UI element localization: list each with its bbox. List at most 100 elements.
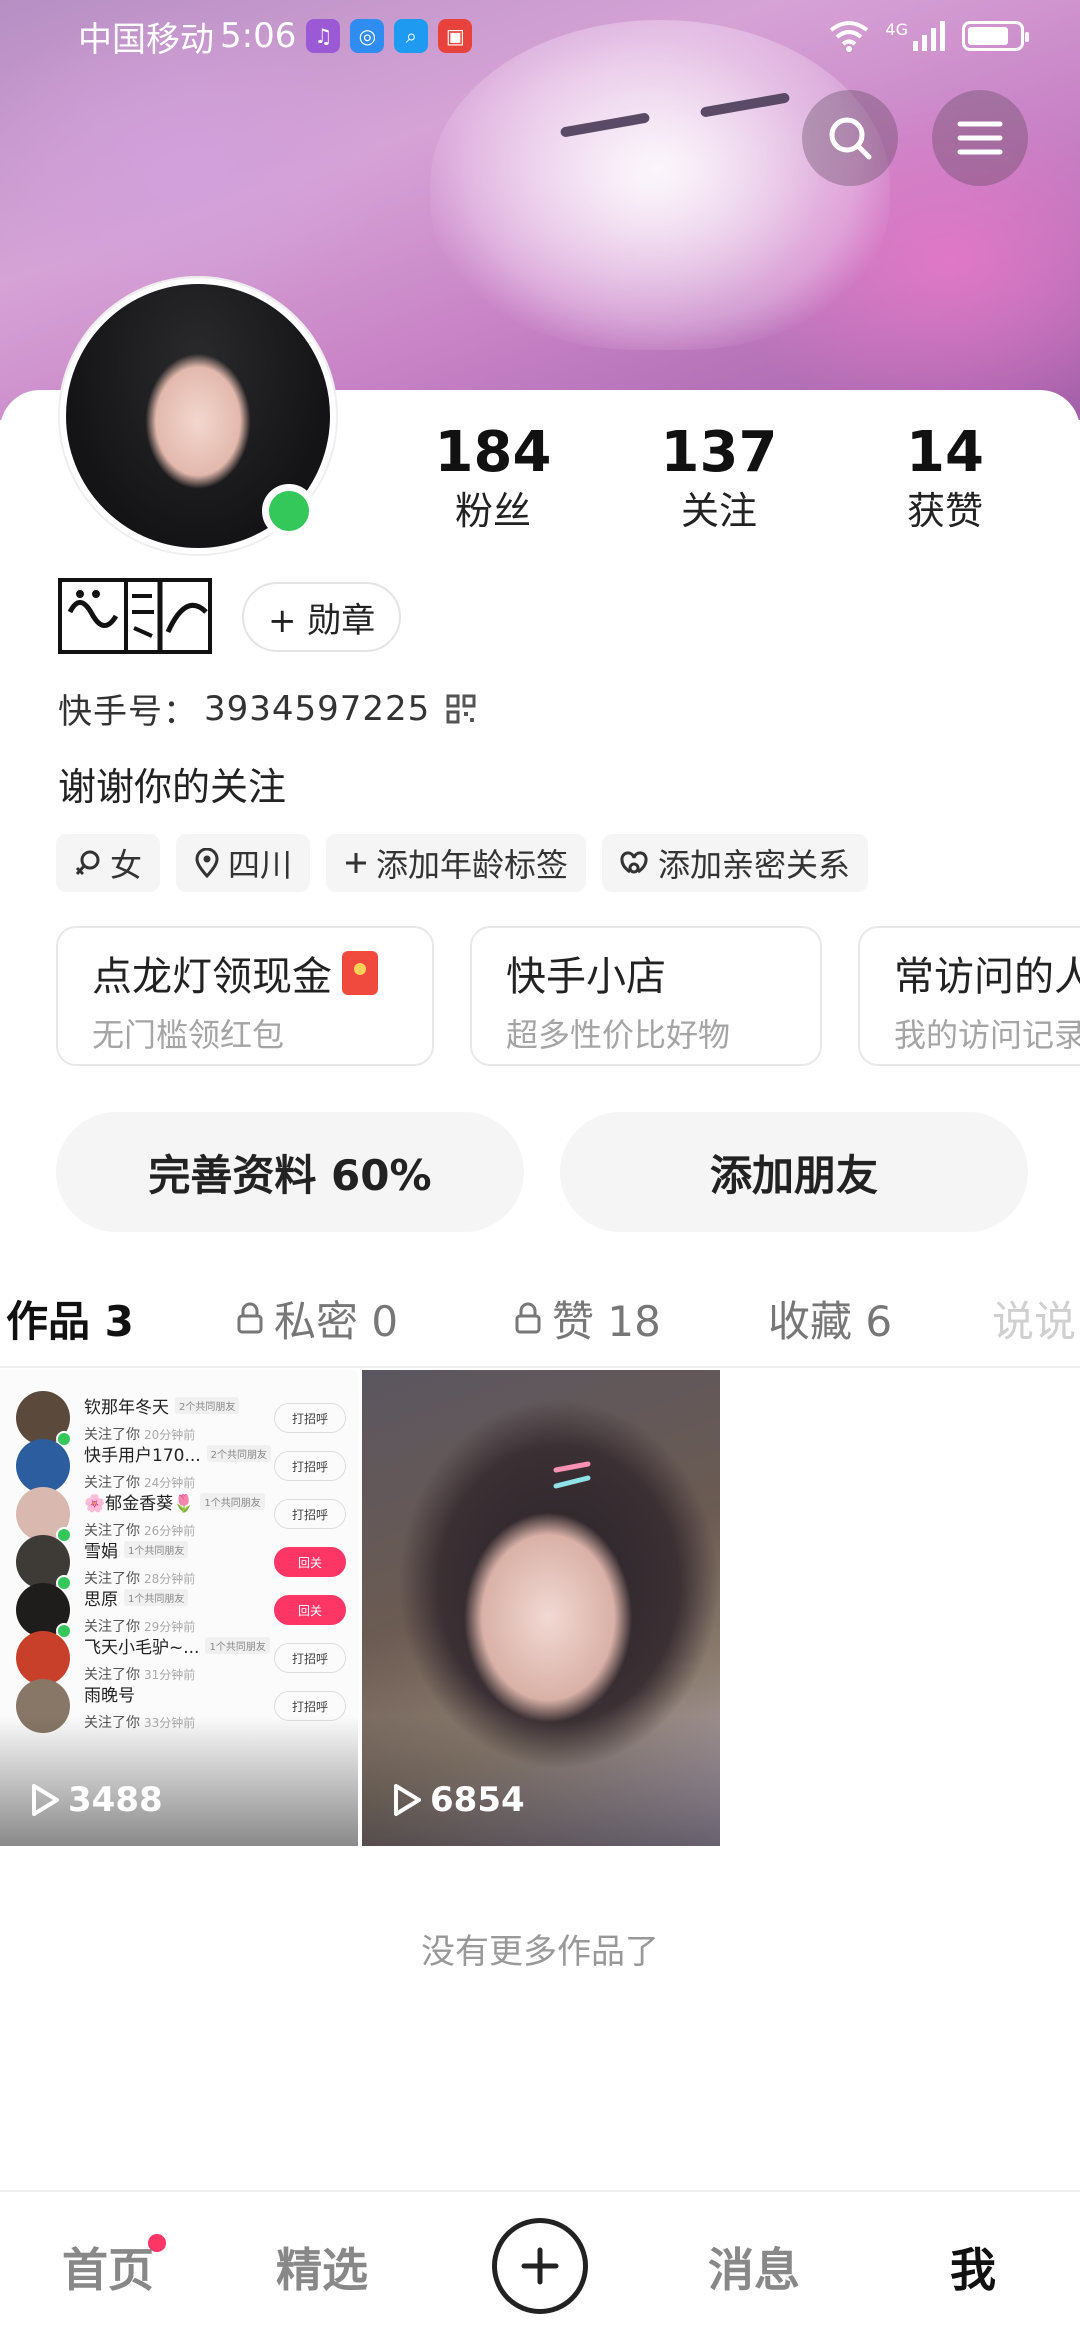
search-icon (829, 117, 872, 160)
nav-label: 我 (950, 2243, 996, 2297)
mutual-friends-badge: 1个共同朋友 (124, 1588, 189, 1606)
browser-app-icon: ◎ (350, 19, 385, 53)
lock-icon (515, 1302, 541, 1334)
promo-cards: 点龙灯领现金 无门槛领红包 快手小店 超多性价比好物 常访问的人 我的访问记录 (56, 926, 1080, 1066)
tabs-divider (0, 1366, 1080, 1368)
nav-featured[interactable]: 精选 (276, 2192, 368, 2340)
tag-add-relationship[interactable]: 添加亲密关系 (602, 834, 869, 892)
signal-icon (913, 21, 945, 51)
play-count: 6854 (392, 1780, 525, 1820)
search-app-icon: ⌕ (394, 19, 429, 53)
nickname-graphic (56, 572, 216, 660)
follow-back-button: 回关 (274, 1547, 346, 1577)
relationship-icon (620, 851, 648, 874)
menu-button[interactable] (932, 90, 1028, 186)
promo-title: 快手小店 (506, 954, 666, 1000)
profile-tags: 女 四川 添加年龄标签 添加亲密关系 (56, 834, 869, 892)
status-bar: 中国移动 5:06 ♫ ◎ ⌕ ▣ 4G (0, 0, 1080, 72)
tab-moments[interactable]: 说说 (992, 1288, 1076, 1349)
play-icon (394, 1784, 421, 1816)
promo-card-visitors[interactable]: 常访问的人 我的访问记录 (858, 926, 1080, 1066)
mutual-friends-badge: 1个共同朋友 (124, 1540, 189, 1558)
follower-name-row: 雨晚号 (84, 1681, 274, 1706)
promo-title: 点龙灯领现金 (92, 954, 332, 1000)
nav-label: 消息 (708, 2243, 800, 2297)
follower-name-row: 雪娟 1个共同朋友 (84, 1537, 274, 1562)
network-type: 4G (885, 19, 908, 39)
profile-stats: 184 粉丝 137 关注 14 获赞 (380, 420, 1060, 536)
work-thumbnail[interactable]: 钦那年冬天 2个共同朋友 关注了你 20分钟前 打招呼 快手用户170... 2个共同朋友关… (0, 1370, 358, 1846)
tab-works[interactable]: 作品 3 (6, 1288, 134, 1349)
add-medal-button[interactable]: + 勋章 (242, 582, 402, 652)
add-friends-button[interactable]: 添加朋友 (560, 1112, 1028, 1232)
follower-name-row: 快手用户170... 2个共同朋友 (84, 1441, 274, 1466)
menu-icon (957, 121, 1003, 155)
bio-text[interactable]: 谢谢你的关注 (58, 756, 286, 811)
notification-icons: ♫ ◎ ⌕ ▣ (306, 19, 473, 53)
tab-label: 收藏 6 (768, 1296, 893, 1346)
tag-label: 添加亲密关系 (658, 846, 851, 884)
medal-button-label: + 勋章 (268, 600, 376, 641)
mutual-friends-badge: 1个共同朋友 (200, 1492, 265, 1510)
tab-likes[interactable]: 赞 18 (514, 1288, 661, 1349)
account-id-row[interactable]: 快手号： 3934597225 (58, 684, 476, 733)
play-count-value: 3488 (68, 1780, 163, 1820)
stat-value: 137 (660, 420, 778, 485)
follower-name-row: 飞天小毛驴~... 1个共同朋友 (84, 1633, 274, 1658)
stat-likes[interactable]: 14 获赞 (832, 420, 1058, 536)
account-id: 3934597225 (204, 688, 431, 729)
system-indicators: 4G (829, 19, 1029, 52)
create-button[interactable] (492, 2218, 588, 2314)
follower-name: 飞天小毛驴~... (84, 1637, 200, 1658)
huawei-store-icon: ▣ (438, 19, 473, 53)
stat-label: 关注 (680, 489, 757, 533)
stat-value: 184 (434, 420, 552, 485)
stat-value: 14 (906, 420, 984, 485)
account-label: 快手号： (58, 692, 198, 732)
plus-icon (346, 853, 367, 873)
qrcode-icon[interactable] (446, 694, 476, 724)
location-icon (195, 848, 219, 878)
nav-label: 首页 (62, 2243, 154, 2297)
hair-clip-decoration (553, 1461, 591, 1489)
tab-label: 私密 0 (274, 1296, 399, 1346)
follower-name: 思原 (84, 1589, 118, 1610)
promo-subtitle: 超多性价比好物 (506, 1016, 731, 1054)
mutual-friends-badge: 2个共同朋友 (175, 1396, 240, 1414)
tab-private[interactable]: 私密 0 (236, 1288, 398, 1349)
stat-following[interactable]: 137 关注 (606, 420, 832, 536)
complete-profile-button[interactable]: 完善资料 60% (56, 1112, 524, 1232)
search-button[interactable] (802, 90, 898, 186)
work-thumbnail[interactable]: 6854 (362, 1370, 720, 1846)
tab-favorites[interactable]: 收藏 6 (768, 1288, 892, 1349)
tag-add-age[interactable]: 添加年龄标签 (326, 834, 587, 892)
stat-label: 粉丝 (454, 489, 531, 533)
battery-icon (962, 21, 1029, 51)
promo-card-kuaishou-store[interactable]: 快手小店 超多性价比好物 (470, 926, 822, 1066)
nav-messages[interactable]: 消息 (708, 2192, 800, 2340)
gender-icon (75, 850, 100, 876)
tag-location[interactable]: 四川 (176, 834, 311, 892)
tab-label: 说说 (992, 1296, 1077, 1346)
tag-gender[interactable]: 女 (56, 834, 161, 892)
nav-label: 精选 (276, 2243, 368, 2297)
tag-label: 添加年龄标签 (376, 846, 569, 884)
say-hi-button: 打招呼 (274, 1643, 346, 1673)
follower-name: 雨晚号 (84, 1685, 135, 1706)
nav-me[interactable]: 我 (950, 2192, 996, 2340)
promo-card-dragon-lantern[interactable]: 点龙灯领现金 无门槛领红包 (56, 926, 434, 1066)
profile-actions: 完善资料 60% 添加朋友 (56, 1112, 1028, 1232)
promo-title: 常访问的人 (894, 954, 1080, 1000)
tag-label: 女 (110, 846, 143, 884)
follow-back-button: 回关 (274, 1595, 346, 1625)
tag-label: 四川 (228, 846, 293, 884)
follower-name: 雪娟 (84, 1541, 118, 1562)
stat-followers[interactable]: 184 粉丝 (380, 420, 606, 536)
follower-name-row: 钦那年冬天 2个共同朋友 (84, 1393, 274, 1418)
nav-home[interactable]: 首页 (62, 2192, 166, 2340)
carrier-name: 中国移动 (78, 19, 214, 60)
say-hi-button: 打招呼 (274, 1451, 346, 1481)
promo-subtitle: 无门槛领红包 (92, 1016, 285, 1054)
follower-name-row: 思原 1个共同朋友 (84, 1585, 274, 1610)
no-more-works-text: 没有更多作品了 (421, 1932, 659, 1972)
